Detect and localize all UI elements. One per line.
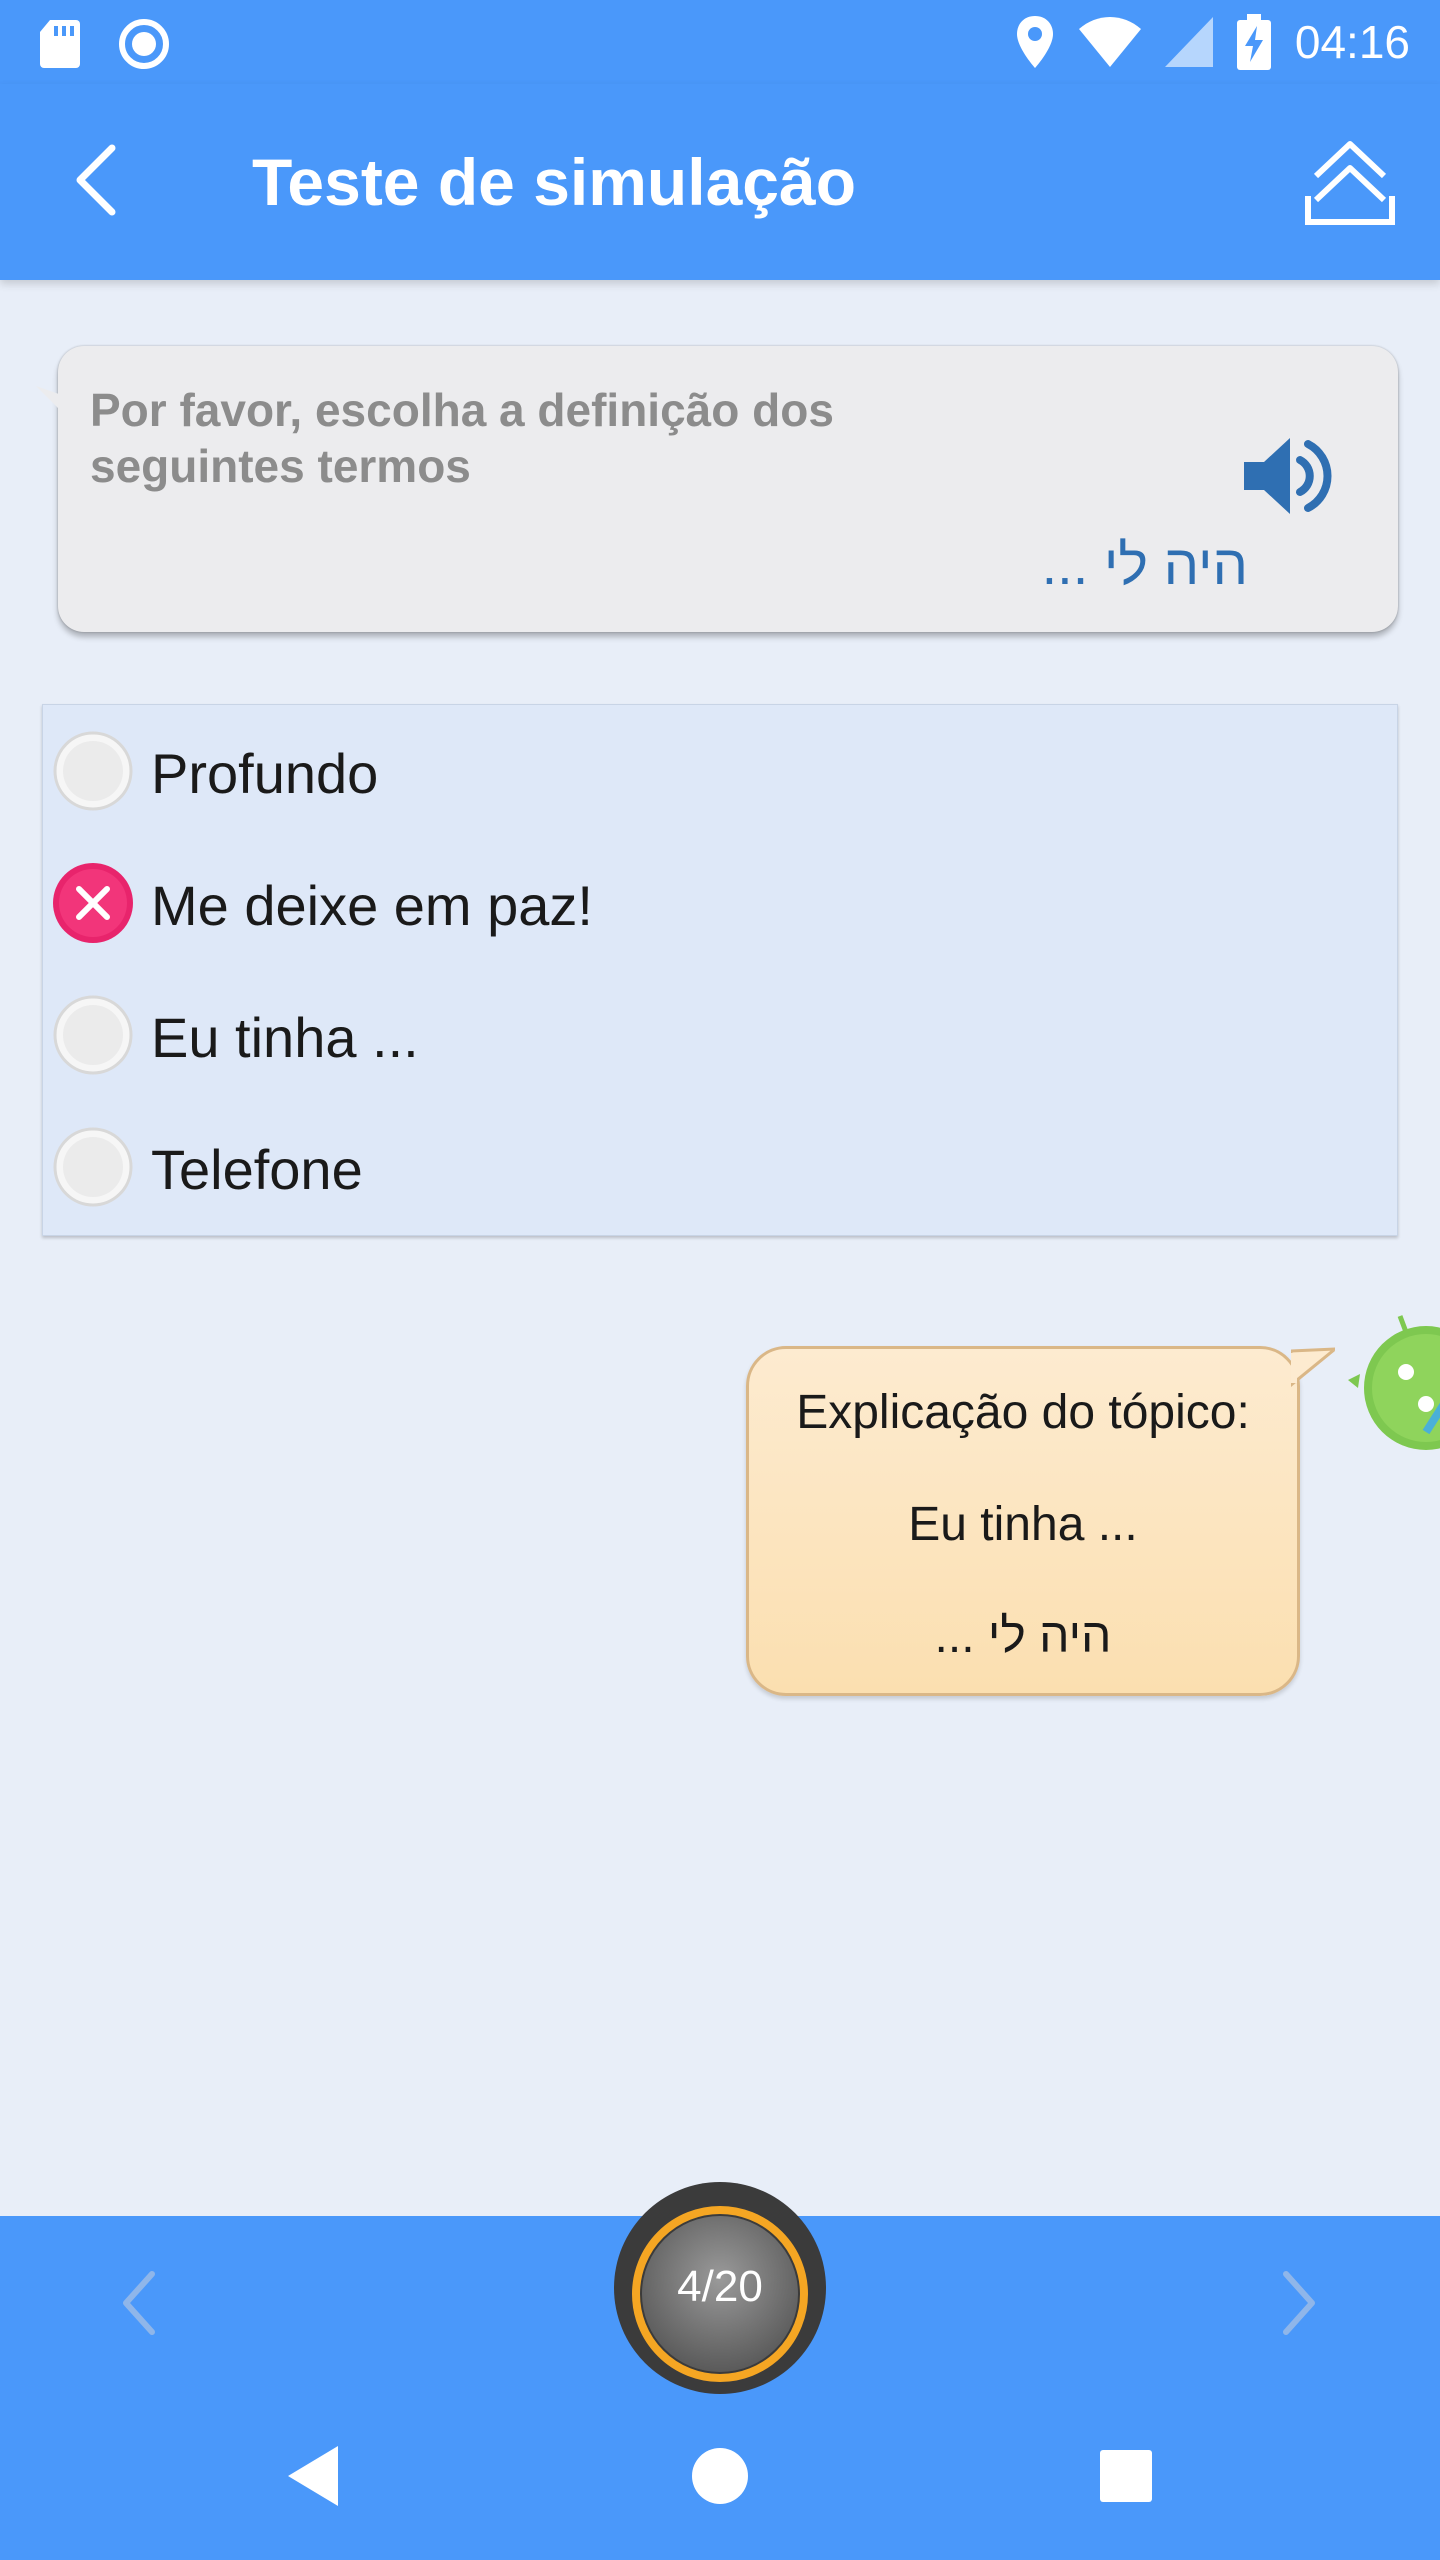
option-2[interactable]: Me deixe em paz! [43, 837, 1397, 969]
radio-unselected-icon[interactable] [51, 729, 135, 813]
option-label: Profundo [151, 742, 379, 805]
explanation-bubble: Explicação do tópico: Eu tinha ... היה ל… [746, 1346, 1335, 1696]
sd-card-icon [40, 20, 80, 68]
radio-unselected-icon[interactable] [51, 1125, 135, 1209]
explanation-term: היה לי ... [934, 1610, 1112, 1663]
wifi-icon [1078, 17, 1141, 67]
system-recents-icon[interactable] [1098, 2448, 1154, 2504]
upload-double-chevron-icon[interactable] [1300, 134, 1400, 234]
battery-charging-icon [1236, 14, 1271, 70]
system-back-icon[interactable] [284, 2444, 340, 2508]
wrong-answer-icon[interactable] [51, 861, 135, 945]
prev-question-icon[interactable] [112, 2268, 172, 2338]
speaker-icon[interactable] [1238, 426, 1338, 526]
radio-unselected-icon[interactable] [51, 993, 135, 1077]
answer-options: Profundo Me deixe em paz! Eu tinha ... T… [42, 704, 1398, 1236]
explanation-heading: Explicação do tópico: [796, 1386, 1250, 1439]
option-label: Me deixe em paz! [151, 874, 593, 937]
option-label: Telefone [151, 1138, 363, 1201]
next-question-icon[interactable] [1266, 2268, 1326, 2338]
status-bar: 04:16 [0, 0, 1440, 84]
sync-circle-icon [119, 19, 169, 69]
system-home-icon[interactable] [688, 2444, 752, 2508]
option-4[interactable]: Telefone [43, 1101, 1397, 1233]
option-1[interactable]: Profundo [43, 705, 1397, 837]
status-time: 04:16 [1294, 16, 1410, 68]
bubble-tail [36, 386, 76, 426]
cell-signal-icon [1164, 17, 1213, 67]
android-mascot-icon [1348, 1315, 1440, 1450]
location-pin-icon [1016, 16, 1053, 68]
explanation-translation: Eu tinha ... [908, 1498, 1138, 1551]
page-title: Teste de simulação [252, 145, 857, 219]
app-bar: Teste de simulação [0, 84, 1440, 280]
question-term: היה לי ... [1041, 533, 1248, 596]
progress-label: 4/20 [677, 2262, 763, 2311]
bubble-tail [1291, 1347, 1335, 1387]
question-card: Por favor, escolha a definição dos segui… [36, 346, 1398, 632]
question-prompt: Por favor, escolha a definição dos segui… [90, 384, 834, 492]
back-icon[interactable] [60, 140, 140, 220]
option-3[interactable]: Eu tinha ... [43, 969, 1397, 1101]
option-label: Eu tinha ... [151, 1006, 419, 1069]
